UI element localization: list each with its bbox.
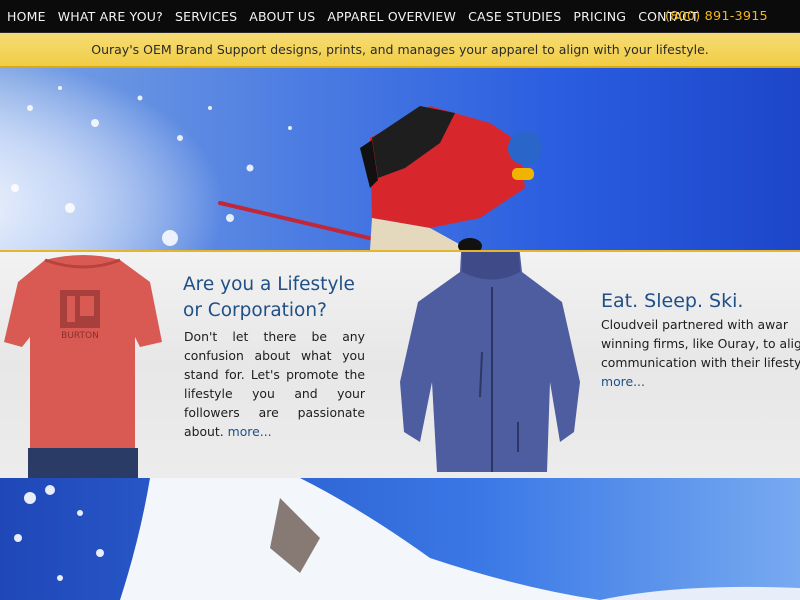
more-link-ski[interactable]: more...: [601, 372, 800, 391]
hero-image-skier: [0, 68, 800, 250]
promo-body-lifestyle: Don't let there be any confusion about w…: [184, 329, 365, 439]
hero-image-mountain: [0, 478, 800, 600]
promo-text-ski-line-2: winning firms, like Ouray, to align: [601, 336, 800, 351]
nav-item-about-us[interactable]: ABOUT US: [249, 9, 315, 24]
promo-text-ski: Cloudveil partnered with awar winning fi…: [601, 315, 800, 391]
shirt-logo-text: BURTON: [61, 331, 99, 341]
promo-title-lifestyle: Are you a Lifestyle or Corporation?: [183, 274, 355, 321]
mountain-photo: [0, 478, 800, 600]
more-link-lifestyle[interactable]: more...: [228, 424, 272, 439]
nav-item-apparel-overview[interactable]: APPAREL OVERVIEW: [327, 9, 456, 24]
phone-number[interactable]: (800) 891-3915: [665, 0, 768, 32]
tagline-bar: Ouray's OEM Brand Support designs, print…: [0, 33, 800, 68]
nav-menu: HOME WHAT ARE YOU? SERVICES ABOUT US APP…: [7, 0, 699, 32]
promo-text-lifestyle: Don't let there be any confusion about w…: [184, 327, 365, 441]
nav-item-case-studies[interactable]: CASE STUDIES: [468, 9, 561, 24]
tshirt-image[interactable]: BURTON: [0, 252, 170, 478]
nav-item-services[interactable]: SERVICES: [175, 9, 237, 24]
promo-band: BURTON Are you a Lifestyle or Corporatio…: [0, 250, 800, 481]
tagline-text: Ouray's OEM Brand Support designs, print…: [91, 42, 709, 57]
skier-photo: [0, 68, 800, 250]
promo-text-ski-line-3: communication with their lifesty: [601, 355, 800, 370]
promo-text-ski-line-1: Cloudveil partnered with awar: [601, 317, 788, 332]
jacket-image[interactable]: [392, 250, 592, 478]
nav-item-pricing[interactable]: PRICING: [573, 9, 626, 24]
promo-title-ski: Eat. Sleep. Ski.: [601, 290, 744, 312]
nav-item-what-are-you[interactable]: WHAT ARE YOU?: [58, 9, 163, 24]
top-nav-bar: HOME WHAT ARE YOU? SERVICES ABOUT US APP…: [0, 0, 800, 33]
nav-item-home[interactable]: HOME: [7, 9, 46, 24]
